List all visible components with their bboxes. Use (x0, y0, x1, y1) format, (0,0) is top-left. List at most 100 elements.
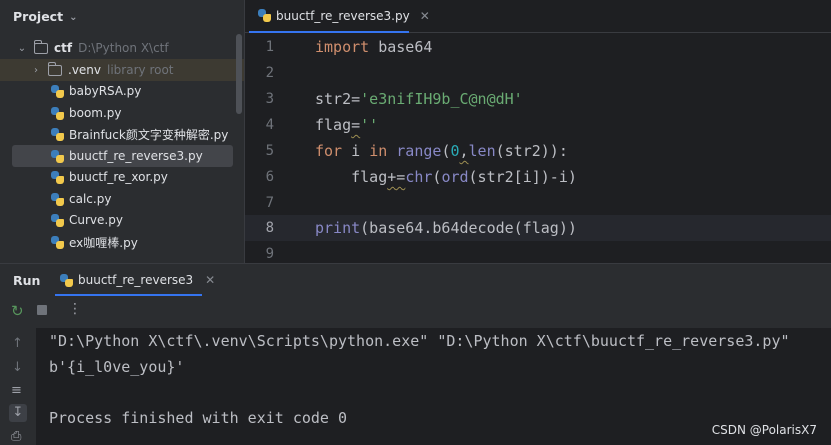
code-token: 'e3nifIH9b_C@n@dH' (360, 90, 523, 108)
line-number: 9 (265, 246, 274, 262)
code-token: range (396, 142, 442, 160)
code-line[interactable]: 4 flag='' (245, 112, 831, 138)
run-toolbar: ↻ ⋮ (0, 296, 831, 326)
line-number: 8 (265, 220, 274, 236)
code-token: 0 (450, 142, 460, 160)
editor-panel: buuctf_re_reverse3.py ✕ 1 import base64 … (244, 0, 831, 263)
line-number: 2 (265, 65, 274, 81)
code-line[interactable]: 3 str2='e3nifIH9b_C@n@dH' (245, 86, 831, 112)
tree-item-file[interactable]: Brainfuck颜文字变种解密.py (0, 123, 244, 145)
close-icon[interactable]: ✕ (420, 9, 430, 23)
line-number: 3 (265, 91, 274, 107)
console-line: b'{i_l0ve_you}' (49, 358, 185, 376)
code-token: (str2)): (495, 142, 568, 160)
chevron-down-icon[interactable]: ⌄ (16, 43, 28, 54)
tree-item-venv[interactable]: › .venv library root (0, 59, 244, 81)
python-file-icon (51, 127, 64, 141)
python-file-icon (51, 213, 64, 227)
code-token: print (315, 219, 361, 237)
active-tab-indicator (249, 31, 409, 33)
more-options-icon[interactable]: ⋮ (68, 301, 82, 317)
code-line[interactable]: 6 flag+=chr(ord(str2[i])-i) (245, 164, 831, 190)
folder-icon (33, 39, 48, 54)
tree-item-file[interactable]: boom.py (0, 102, 244, 124)
editor-tab-label: buuctf_re_reverse3.py (276, 8, 410, 23)
run-panel-header: Run buuctf_re_reverse3 ✕ (0, 264, 831, 296)
tree-item-file[interactable]: calc.py (0, 188, 244, 210)
line-number: 7 (265, 195, 274, 211)
code-line[interactable]: 1 import base64 (245, 34, 831, 60)
tree-item-label: .venv (68, 63, 102, 77)
line-number: 1 (265, 39, 274, 55)
code-token: ord (441, 168, 469, 186)
code-line-current[interactable]: 8 print(base64.b64decode(flag)) (245, 215, 831, 241)
project-panel-title: Project (13, 8, 64, 24)
python-file-icon (51, 235, 64, 249)
rerun-icon[interactable]: ↻ (11, 302, 24, 320)
editor-tab[interactable]: buuctf_re_reverse3.py ✕ (258, 0, 430, 31)
tree-item-label: boom.py (69, 106, 122, 120)
tree-item-label: Brainfuck颜文字变种解密.py (69, 127, 229, 142)
python-file-icon (60, 273, 73, 287)
code-token: i (342, 142, 370, 160)
tree-item-path: D:\Python X\ctf (78, 41, 169, 55)
run-panel-title: Run (13, 272, 41, 288)
python-file-icon (51, 170, 64, 184)
print-icon[interactable]: ⎙ (11, 429, 21, 444)
scroll-to-end-icon[interactable]: ↧ (9, 404, 27, 422)
run-panel: Run buuctf_re_reverse3 ✕ ↻ ⋮ ↑ ↓ ≡ ↧ ⎙ "… (0, 263, 831, 445)
arrow-down-icon[interactable]: ↓ (12, 360, 23, 375)
line-number: 6 (265, 169, 274, 185)
code-token: base64 (369, 38, 433, 56)
code-line[interactable]: 2 (245, 60, 831, 86)
code-line[interactable]: 5 for i in range(0,len(str2)): (245, 138, 831, 164)
python-file-icon (51, 106, 64, 120)
run-tab-label: buuctf_re_reverse3 (78, 273, 194, 287)
console-line: "D:\Python X\ctf\.venv\Scripts\python.ex… (49, 332, 790, 350)
code-token: str2= (315, 90, 361, 108)
tree-item-file[interactable]: babyRSA.py (0, 80, 244, 102)
tree-item-file-selected[interactable]: buuctf_re_reverse3.py (12, 145, 233, 167)
tree-item-file[interactable]: ex咖喱棒.py (0, 231, 244, 253)
chevron-down-icon[interactable]: ⌄ (69, 12, 77, 23)
tree-item-label: Curve.py (69, 213, 123, 227)
arrow-up-icon[interactable]: ↑ (12, 336, 23, 351)
code-line[interactable]: 7 (245, 190, 831, 216)
code-token: , (459, 142, 469, 160)
tree-item-file[interactable]: Curve.py (0, 209, 244, 231)
code-token: = (351, 116, 361, 134)
tree-item-label: buuctf_re_xor.py (69, 170, 168, 184)
close-icon[interactable]: ✕ (205, 273, 215, 287)
tree-item-label: ctf (54, 41, 73, 55)
run-side-toolbar: ↑ ↓ ≡ ↧ ⎙ (0, 328, 36, 445)
editor-tab-bar: buuctf_re_reverse3.py ✕ (245, 0, 831, 33)
tree-item-file[interactable]: buuctf_re_xor.py (0, 166, 244, 188)
tree-item-label: babyRSA.py (69, 84, 142, 98)
code-token: in (369, 142, 388, 160)
tree-item-label: buuctf_re_reverse3.py (69, 149, 203, 163)
tree-item-ctf[interactable]: ⌄ ctf D:\Python X\ctf (0, 37, 244, 59)
line-number: 5 (265, 143, 274, 159)
code-token: (str2[i])-i) (468, 168, 577, 186)
code-token: flag (315, 116, 352, 134)
tree-item-label: ex咖喱棒.py (69, 235, 138, 250)
code-token: for (315, 142, 343, 160)
python-file-icon (51, 149, 64, 163)
code-token: flag (315, 168, 388, 186)
run-tab[interactable]: buuctf_re_reverse3 ✕ (60, 264, 215, 296)
stop-icon[interactable] (37, 305, 47, 315)
code-token: import (315, 38, 370, 56)
tree-item-label: calc.py (69, 192, 112, 206)
python-file-icon (51, 192, 64, 206)
folder-icon (47, 61, 62, 76)
tree-item-hint: library root (107, 63, 174, 77)
code-token: chr (405, 168, 433, 186)
chevron-right-icon[interactable]: › (30, 65, 42, 76)
project-panel-header[interactable]: Project ⌄ (0, 0, 244, 32)
project-scrollbar[interactable] (236, 34, 242, 114)
soft-wrap-icon[interactable]: ≡ (11, 383, 22, 398)
project-panel: Project ⌄ ⌄ ctf D:\Python X\ctf › .venv … (0, 0, 244, 263)
line-number: 4 (265, 117, 274, 133)
watermark: CSDN @PolarisX7 (711, 423, 817, 437)
